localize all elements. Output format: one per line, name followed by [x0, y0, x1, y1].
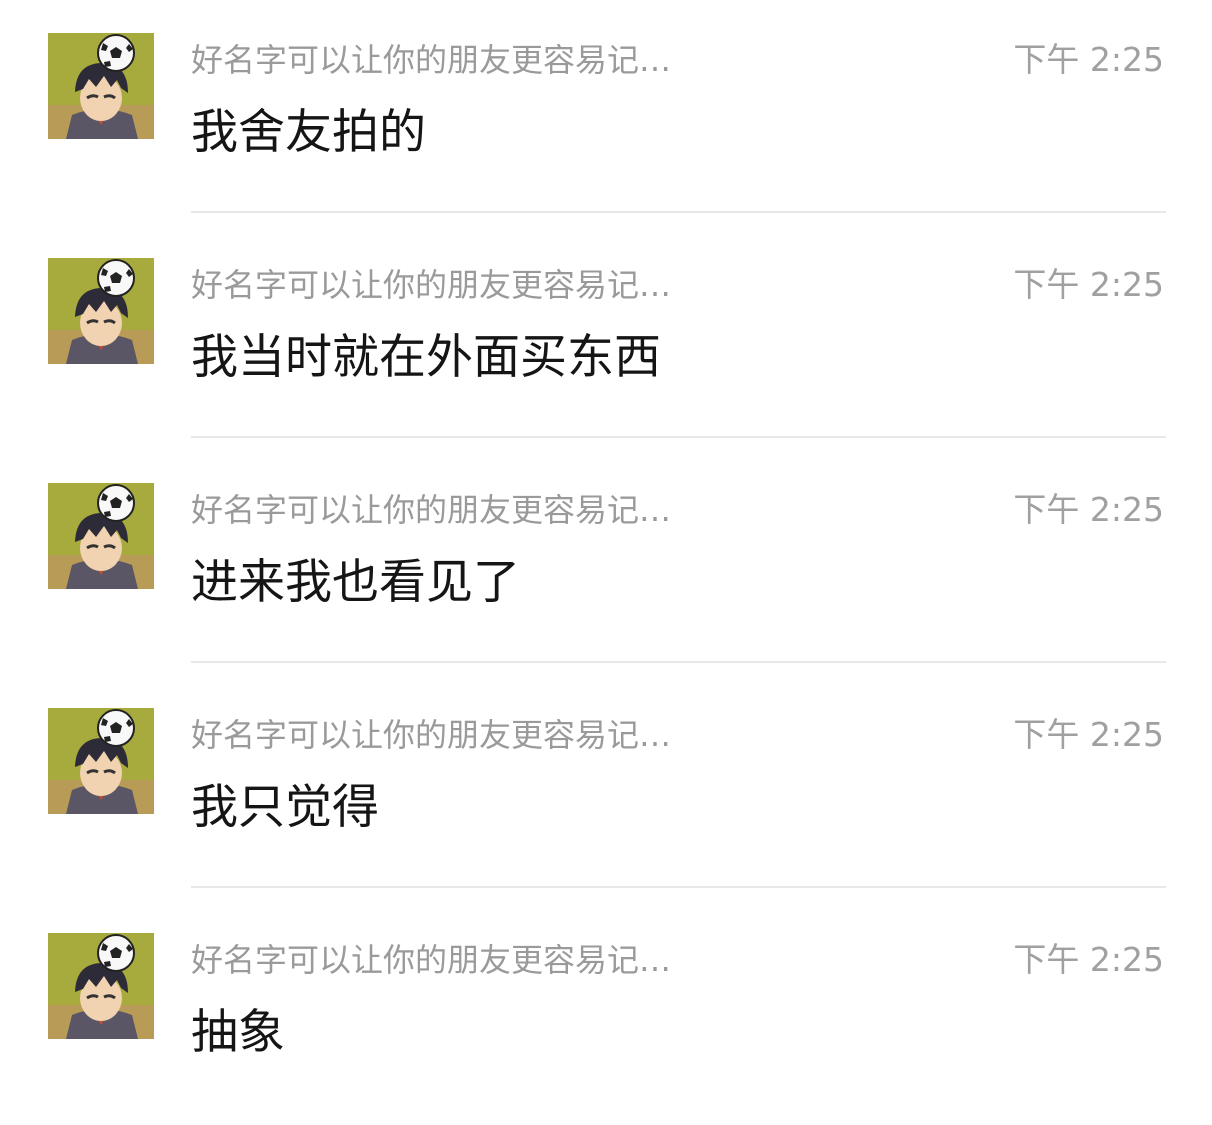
list-item[interactable]: 好名字可以让你的朋友更容易记… 下午 2:25 我只觉得	[0, 675, 1212, 900]
message-time: 下午 2:25	[1013, 265, 1164, 304]
divider	[191, 211, 1166, 213]
message-time: 下午 2:25	[1013, 940, 1164, 979]
message-text: 进来我也看见了	[191, 555, 520, 610]
sender-name: 好名字可以让你的朋友更容易记…	[191, 491, 672, 529]
list-item[interactable]: 好名字可以让你的朋友更容易记… 下午 2:25 我当时就在外面买东西	[0, 225, 1212, 450]
list-item[interactable]: 好名字可以让你的朋友更容易记… 下午 2:25 抽象	[0, 900, 1212, 1125]
message-time: 下午 2:25	[1013, 715, 1164, 754]
avatar[interactable]	[48, 933, 154, 1039]
avatar[interactable]	[48, 708, 154, 814]
sender-name: 好名字可以让你的朋友更容易记…	[191, 41, 672, 79]
anime-boy-soccer-ball-avatar-icon	[48, 933, 154, 1039]
list-item[interactable]: 好名字可以让你的朋友更容易记… 下午 2:25 我舍友拍的	[0, 0, 1212, 225]
message-time: 下午 2:25	[1013, 490, 1164, 529]
sender-name: 好名字可以让你的朋友更容易记…	[191, 941, 672, 979]
message-text: 我当时就在外面买东西	[191, 330, 661, 385]
divider	[191, 661, 1166, 663]
sender-name: 好名字可以让你的朋友更容易记…	[191, 716, 672, 754]
anime-boy-soccer-ball-avatar-icon	[48, 33, 154, 139]
anime-boy-soccer-ball-avatar-icon	[48, 708, 154, 814]
message-time: 下午 2:25	[1013, 40, 1164, 79]
message-text: 我只觉得	[191, 780, 379, 835]
list-item[interactable]: 好名字可以让你的朋友更容易记… 下午 2:25 进来我也看见了	[0, 450, 1212, 675]
chat-message-list: 好名字可以让你的朋友更容易记… 下午 2:25 我舍友拍的 好名字可以让你的朋友…	[0, 0, 1212, 1125]
avatar[interactable]	[48, 483, 154, 589]
message-text: 我舍友拍的	[191, 105, 426, 160]
anime-boy-soccer-ball-avatar-icon	[48, 258, 154, 364]
avatar[interactable]	[48, 258, 154, 364]
anime-boy-soccer-ball-avatar-icon	[48, 483, 154, 589]
message-text: 抽象	[191, 1005, 285, 1060]
divider	[191, 886, 1166, 888]
divider	[191, 436, 1166, 438]
sender-name: 好名字可以让你的朋友更容易记…	[191, 266, 672, 304]
avatar[interactable]	[48, 33, 154, 139]
